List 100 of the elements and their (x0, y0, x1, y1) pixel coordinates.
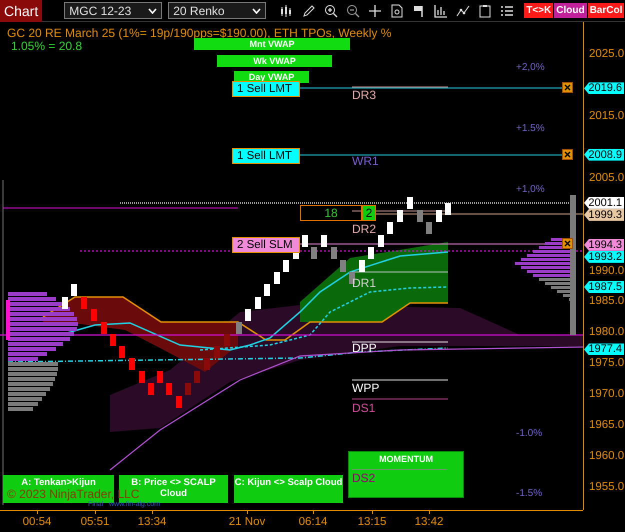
percent-label: +1,0% (516, 184, 545, 195)
pivot-label: DR1 (352, 276, 376, 290)
signal-label: C: Kijun <> Scalp Cloud (234, 475, 343, 503)
time-label: 13:42 (414, 516, 444, 528)
price-tick: 1975.0 (589, 357, 624, 370)
bar-chart-icon[interactable] (434, 4, 448, 18)
renko-bar (340, 260, 346, 272)
time-label: 00:54 (22, 516, 52, 528)
price-flag: 1987.5 (584, 280, 624, 293)
renko-bar (101, 322, 107, 334)
position-count: 18 (300, 205, 362, 221)
indicator-toggle[interactable]: Cloud (554, 3, 587, 18)
renko-bar (349, 272, 355, 284)
renko-bar (407, 197, 413, 209)
chart-title: Chart (0, 0, 42, 22)
renko-bar (378, 235, 384, 247)
percent-label: +2,0% (516, 62, 545, 73)
momentum-title: MOMENTUM (378, 454, 434, 464)
zoom-out-icon[interactable] (346, 4, 360, 18)
caret-icon (252, 8, 262, 14)
price-tick: 2025.0 (589, 48, 624, 60)
close-order-icon[interactable] (562, 238, 573, 249)
order-label[interactable]: 1 Sell LMT (232, 148, 300, 164)
renko-bar (445, 203, 451, 215)
renko-bar (119, 346, 125, 358)
close-order-icon[interactable] (562, 149, 573, 160)
renko-bar (436, 210, 442, 222)
price-flag: 1977.4 (584, 343, 624, 356)
pivot-label: DPP (352, 341, 377, 355)
renko-bar (214, 346, 220, 358)
price-flag: 1999.3 (584, 208, 624, 221)
renko-bar (62, 297, 68, 309)
renko-bar (274, 272, 280, 284)
price-tick: 1965.0 (589, 419, 624, 432)
renko-bar (224, 334, 230, 346)
pivot-label: WR1 (352, 154, 379, 168)
renko-bar (176, 396, 182, 408)
renko-bar (302, 235, 308, 247)
renko-bar (255, 297, 261, 309)
price-tick: 1985.0 (589, 295, 624, 308)
renko-bar (81, 297, 87, 309)
renko-bar (139, 371, 145, 383)
pivot-label: DR3 (352, 88, 376, 102)
chart-header: GC 20 RE March 25 (1%= 19p/190pps=$190.00), ETH TPOs, Weekly % (7, 26, 392, 40)
time-label: 05:51 (80, 516, 110, 528)
pivot-label: DS1 (352, 401, 376, 415)
order-label[interactable]: 2 Sell SLM (232, 237, 300, 253)
renko-bar (91, 309, 97, 321)
position-quantity: 2 (362, 205, 376, 221)
time-label: 13:15 (356, 516, 388, 528)
time-label: 13:34 (136, 516, 168, 528)
clipboard-icon[interactable] (478, 4, 492, 18)
vwap-label: Mnt VWAP (194, 38, 350, 50)
renko-bar (359, 260, 365, 272)
renko-bar (417, 210, 423, 222)
price-flag: 2001.1 (584, 196, 624, 209)
price-tick: 2005.0 (589, 172, 624, 184)
period-dropdown[interactable]: 20 Renko (168, 2, 266, 19)
renko-bar (426, 222, 432, 234)
renko-bar (368, 247, 374, 259)
pivot-label: DS2 (352, 469, 447, 485)
renko-bar (157, 371, 163, 383)
price-tick: 1955.0 (589, 481, 624, 494)
renko-bar (148, 383, 154, 395)
renko-bar (110, 334, 116, 346)
list-icon[interactable] (500, 4, 514, 18)
pivot-label: DR2 (352, 222, 376, 236)
zoom-in-icon[interactable] (324, 4, 338, 18)
renko-bar (166, 383, 172, 395)
percent-label: -1.5% (516, 488, 542, 499)
renko-bar (321, 235, 327, 247)
renko-bar (71, 284, 77, 296)
pencil-icon[interactable] (302, 4, 316, 18)
document-search-icon[interactable] (390, 4, 404, 18)
order-label[interactable]: 1 Sell LMT (232, 81, 300, 97)
renko-bar (185, 383, 191, 395)
crosshair-icon[interactable] (368, 4, 382, 18)
price-flag: 1993.2 (584, 250, 624, 263)
line-chart-icon[interactable] (456, 4, 470, 18)
renko-bar (387, 222, 393, 234)
percent-label: +1.5% (516, 123, 545, 134)
renko-bar (331, 247, 337, 259)
vwap-label: Wk VWAP (217, 55, 332, 67)
indicator-toggle[interactable]: T<>K (524, 3, 554, 18)
renko-bar (397, 210, 403, 222)
renko-bar (204, 358, 210, 370)
price-tick: 1990.0 (589, 264, 624, 276)
price-tick: 2015.0 (589, 110, 624, 122)
price-tick: 1970.0 (589, 388, 624, 400)
instrument-dropdown[interactable]: MGC 12-23 (64, 2, 162, 19)
indicator-toggle[interactable]: BarCol (588, 3, 624, 18)
caret-icon (148, 8, 158, 14)
price-tick: 1960.0 (589, 450, 624, 462)
renko-bar (264, 284, 270, 296)
close-order-icon[interactable] (562, 82, 573, 93)
renko-bar (236, 322, 242, 334)
volume-marker (6, 300, 10, 340)
price-flag: 2019.6 (584, 82, 624, 94)
renko-bar (311, 247, 317, 259)
renko-bar (283, 260, 289, 272)
